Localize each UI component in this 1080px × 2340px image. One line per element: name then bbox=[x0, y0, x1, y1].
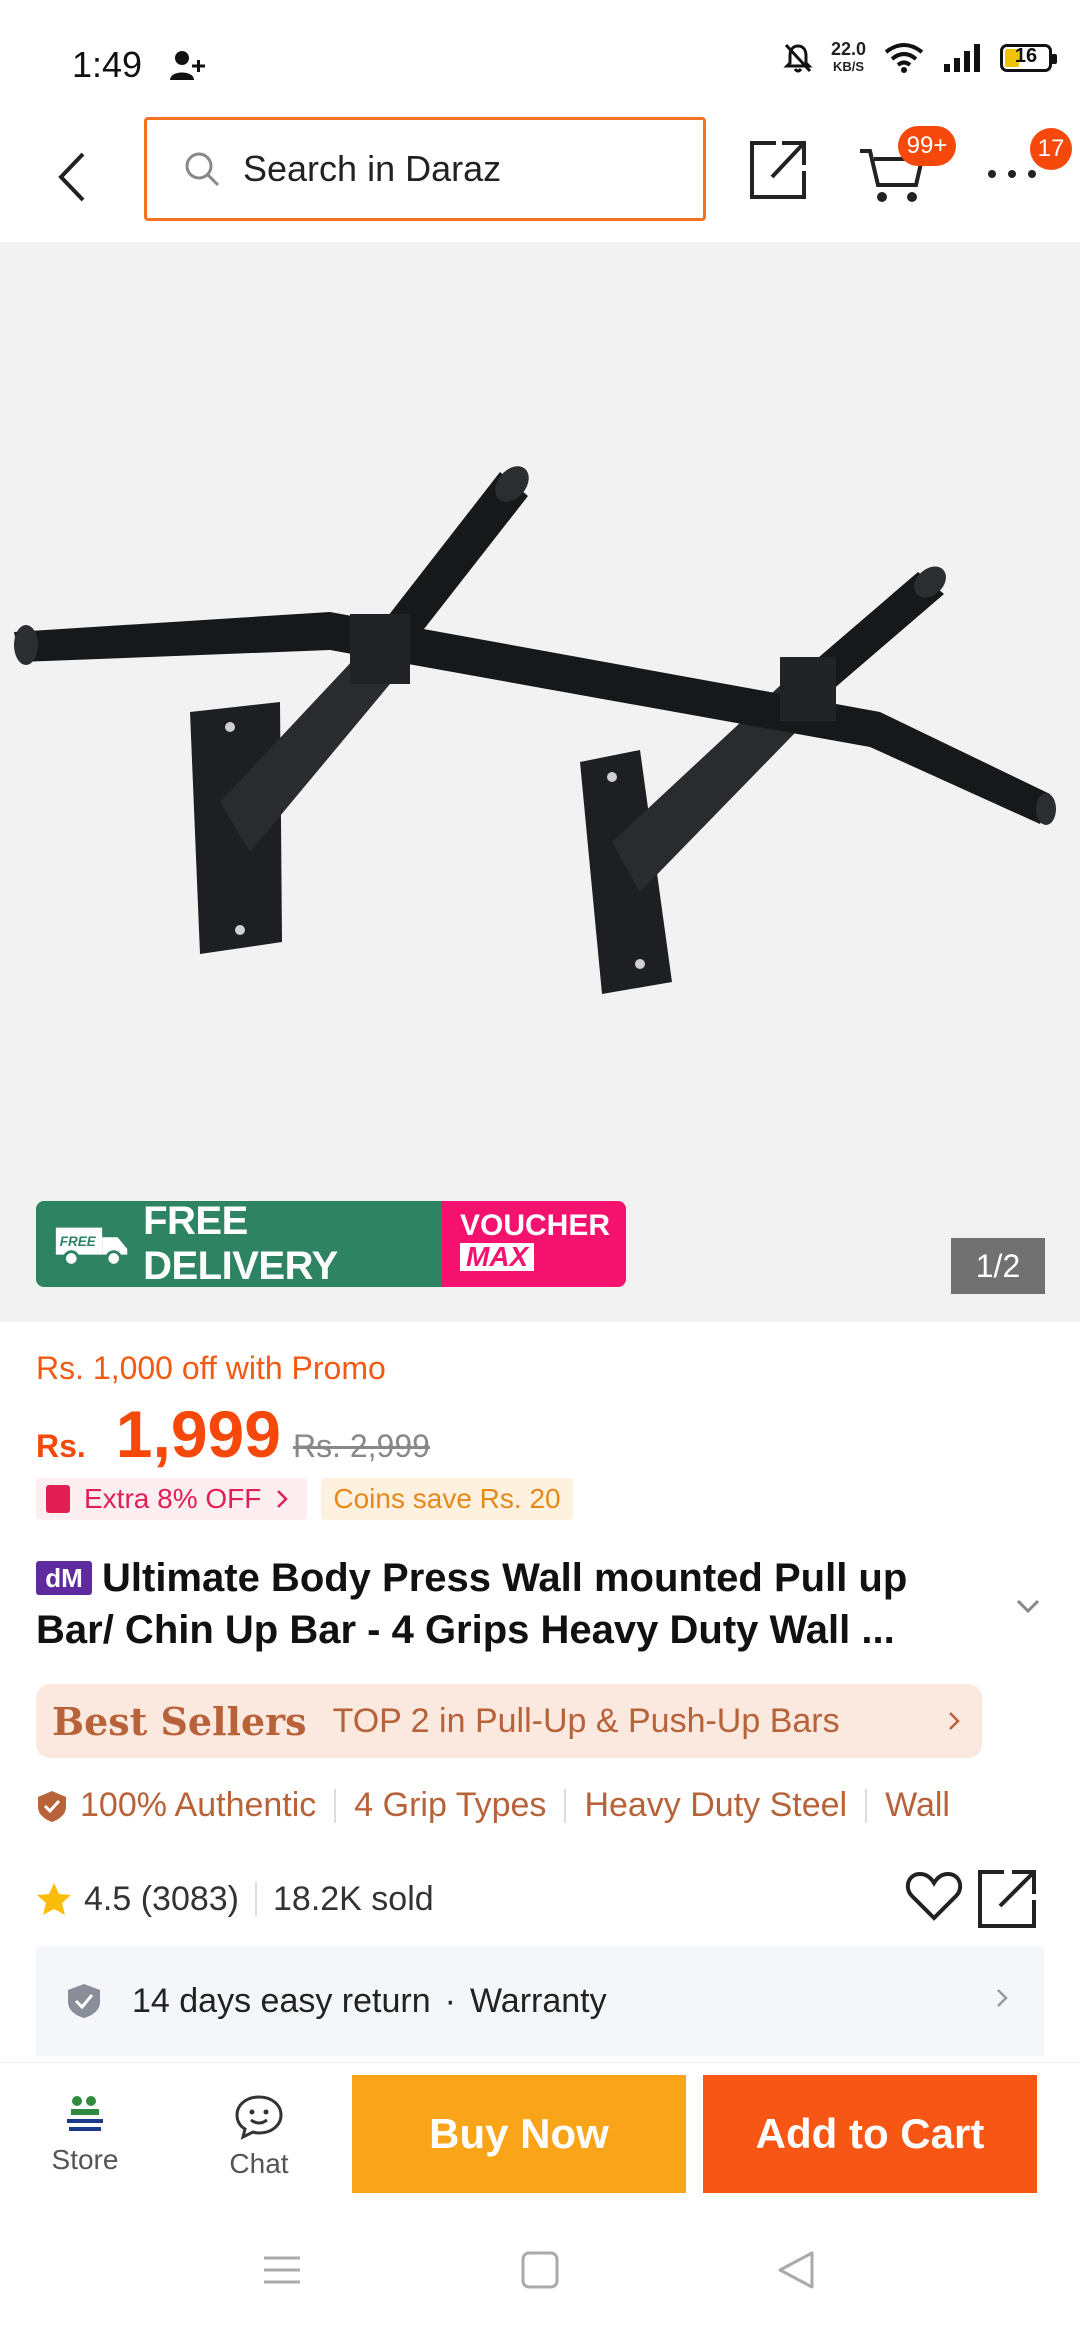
add-person-icon bbox=[170, 51, 205, 80]
product-page: 1:49 22.0 KB/S 16 Search in Daraz 99+ 17… bbox=[0, 0, 1080, 2340]
best-sellers-logo: Best Sellers bbox=[52, 1698, 307, 1744]
return-days: 14 days easy return bbox=[132, 1981, 431, 2020]
more-options-icon[interactable] bbox=[984, 162, 1044, 186]
network-speed: 22.0 KB/S bbox=[831, 40, 866, 76]
network-speed-unit: KB/S bbox=[832, 59, 864, 74]
chat-button[interactable]: Chat bbox=[204, 2093, 314, 2180]
discount-tags: Extra 8% OFF Coins save Rs. 20 bbox=[36, 1478, 573, 1520]
store-label: Store bbox=[51, 2144, 119, 2175]
chevron-left-icon bbox=[58, 152, 85, 202]
signal-icon bbox=[944, 44, 980, 72]
product-title-text: Ultimate Body Press Wall mounted Pull up… bbox=[36, 1556, 908, 1652]
feature-item: 100% Authentic bbox=[80, 1786, 317, 1824]
star-icon bbox=[37, 1883, 71, 1915]
share-icon[interactable] bbox=[748, 137, 808, 201]
back-triangle-icon[interactable] bbox=[776, 2250, 816, 2290]
discount-icon bbox=[46, 1485, 70, 1513]
bottom-action-bar: Store Chat Buy Now Add to Cart bbox=[0, 2062, 1080, 2200]
cart-count-badge: 99+ bbox=[898, 126, 956, 166]
chevron-right-icon bbox=[277, 1490, 289, 1508]
search-icon bbox=[185, 152, 220, 187]
buy-now-button[interactable]: Buy Now bbox=[352, 2075, 686, 2193]
truck-label: FREE bbox=[60, 1234, 97, 1249]
menu-icon[interactable] bbox=[262, 2250, 302, 2290]
chat-label: Chat bbox=[229, 2148, 289, 2179]
search-input[interactable]: Search in Daraz bbox=[144, 117, 706, 221]
sold-count: 18.2K sold bbox=[273, 1879, 434, 1918]
status-indicators: 22.0 KB/S 16 bbox=[783, 40, 1057, 76]
mute-bell-icon bbox=[783, 43, 813, 73]
image-counter: 1/2 bbox=[951, 1238, 1045, 1294]
price-row: Rs. 1,999 Rs. 2,999 bbox=[36, 1396, 430, 1472]
price-original: Rs. 2,999 bbox=[292, 1428, 430, 1464]
chat-bubble-icon bbox=[235, 2095, 283, 2140]
feature-item: Heavy Duty Steel bbox=[584, 1786, 848, 1824]
search-placeholder: Search in Daraz bbox=[243, 148, 502, 189]
price-current: 1,999 bbox=[115, 1397, 281, 1471]
add-to-cart-button[interactable]: Add to Cart bbox=[703, 2075, 1037, 2193]
return-policy-bar[interactable]: 14 days easy return · Warranty bbox=[36, 1946, 1044, 2056]
voucher-max-badge: VOUCHER MAX bbox=[442, 1201, 626, 1287]
voucher-line2: MAX bbox=[460, 1243, 535, 1271]
separator-dot: · bbox=[444, 1981, 456, 2020]
battery-icon: 16 bbox=[1000, 44, 1057, 72]
messages-count-badge: 17 bbox=[1030, 128, 1072, 170]
best-sellers-text: TOP 2 in Pull-Up & Push-Up Bars bbox=[332, 1701, 840, 1740]
chevron-down-icon[interactable] bbox=[1012, 1590, 1044, 1622]
home-icon[interactable] bbox=[520, 2250, 560, 2290]
feature-item: 4 Grip Types bbox=[354, 1786, 547, 1824]
battery-level: 16 bbox=[1014, 45, 1038, 67]
coins-tag[interactable]: Coins save Rs. 20 bbox=[321, 1478, 573, 1520]
share-icon[interactable] bbox=[976, 1866, 1038, 1930]
rating-score[interactable]: 4.5 bbox=[84, 1880, 131, 1919]
shield-check-icon bbox=[68, 1984, 100, 2018]
voucher-line1: VOUCHER bbox=[460, 1209, 611, 1242]
promo-banner: FREE FREE DELIVERY VOUCHER MAX bbox=[36, 1201, 626, 1287]
price-currency: Rs. bbox=[36, 1428, 86, 1464]
system-navigation-bar bbox=[0, 2200, 1080, 2340]
store-logo-icon bbox=[67, 2096, 103, 2131]
product-title: dM Ultimate Body Press Wall mounted Pull … bbox=[36, 1552, 996, 1656]
wishlist-heart-icon[interactable] bbox=[904, 1866, 964, 1926]
delivery-truck-icon: FREE bbox=[55, 1227, 128, 1267]
chevron-right-icon bbox=[949, 1712, 960, 1730]
best-sellers-banner[interactable]: Best Sellers TOP 2 in Pull-Up & Push-Up … bbox=[36, 1684, 982, 1758]
feature-item: Wall bbox=[885, 1786, 950, 1824]
wifi-icon bbox=[884, 43, 924, 73]
extra-off-label: Extra 8% OFF bbox=[84, 1483, 262, 1514]
free-delivery-badge: FREE FREE DELIVERY bbox=[36, 1201, 442, 1287]
free-delivery-text: FREE DELIVERY bbox=[143, 1201, 338, 1287]
feature-highlights: 100% Authentic 4 Grip Types Heavy Duty S… bbox=[36, 1786, 950, 1825]
back-button[interactable] bbox=[46, 142, 98, 212]
store-button[interactable]: Store bbox=[30, 2093, 140, 2176]
pull-up-bar-image bbox=[14, 466, 1056, 994]
status-bar: 1:49 22.0 KB/S 16 bbox=[0, 0, 1080, 112]
warranty-label: Warranty bbox=[469, 1981, 607, 2020]
chevron-right-icon bbox=[997, 1989, 1008, 2007]
rating-count[interactable]: (3083) bbox=[141, 1880, 239, 1919]
authentic-shield-icon bbox=[38, 1790, 66, 1822]
top-navigation: Search in Daraz 99+ 17 bbox=[0, 112, 1080, 242]
extra-off-tag[interactable]: Extra 8% OFF bbox=[36, 1478, 308, 1520]
brand-badge: dM bbox=[36, 1561, 92, 1595]
rating-row: 4.5 (3083) 18.2K sold bbox=[36, 1866, 1046, 1932]
network-speed-value: 22.0 bbox=[830, 39, 866, 59]
product-image-gallery[interactable]: FREE FREE DELIVERY VOUCHER MAX 1/2 bbox=[0, 242, 1080, 1322]
status-time: 1:49 bbox=[72, 44, 143, 85]
promo-text[interactable]: Rs. 1,000 off with Promo bbox=[36, 1350, 386, 1387]
